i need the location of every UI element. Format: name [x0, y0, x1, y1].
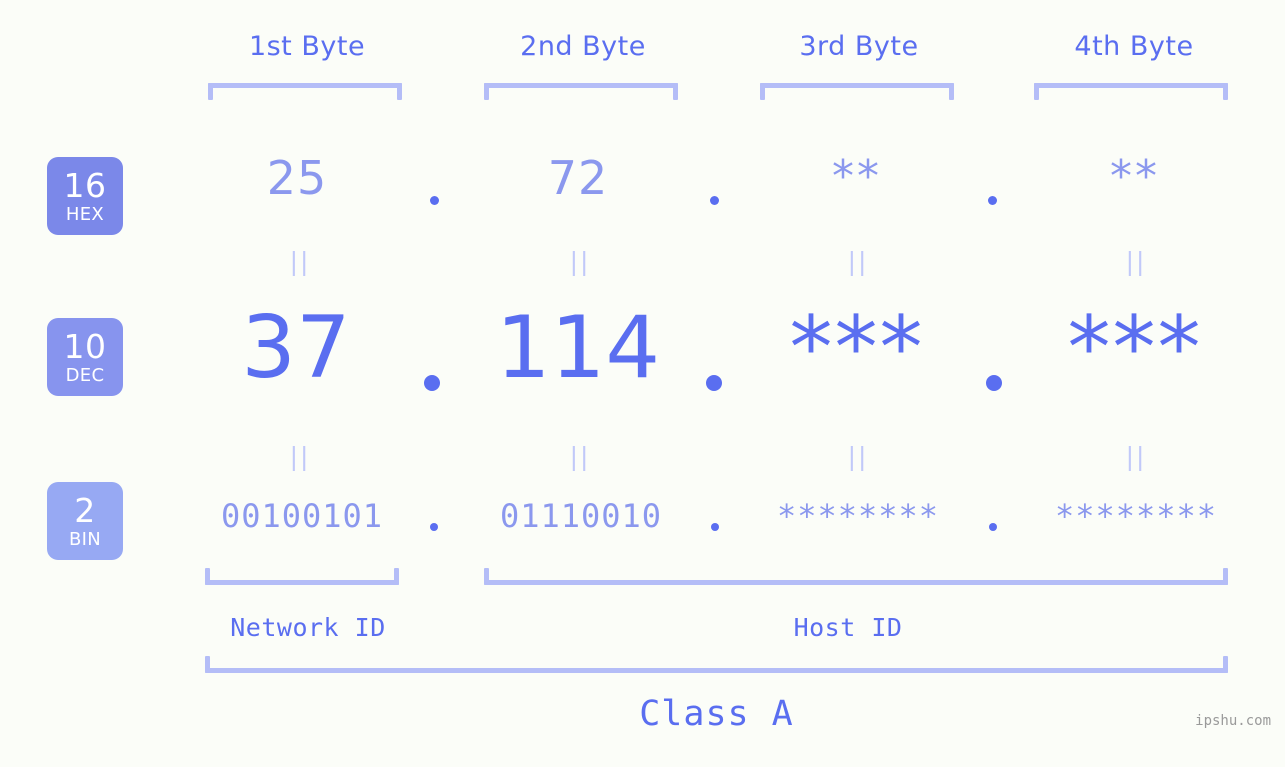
dec-byte-1: 37	[241, 298, 351, 398]
bin-dot-3	[989, 523, 997, 531]
base-badge-bin-label: BIN	[68, 528, 102, 550]
watermark: ipshu.com	[1195, 713, 1271, 729]
base-badge-hex-number: 16	[63, 165, 107, 205]
bin-byte-1: 00100101	[220, 497, 384, 535]
equals-dec-bin-2: ||	[569, 442, 591, 471]
dec-byte-4: ***	[1067, 298, 1203, 398]
bin-dot-1	[430, 523, 438, 531]
byte-header-2: 2nd Byte	[520, 31, 646, 62]
base-badge-hex: 16 HEX	[47, 157, 123, 235]
base-badge-hex-label: HEX	[65, 203, 105, 225]
byte-bracket-4	[1034, 83, 1228, 100]
host-id-bracket	[484, 568, 1228, 585]
byte-bracket-1	[208, 83, 402, 100]
equals-dec-bin-3: ||	[847, 442, 869, 471]
hex-dot-1	[430, 196, 439, 205]
byte-bracket-2	[484, 83, 678, 100]
byte-header-3: 3rd Byte	[799, 31, 919, 62]
bin-byte-3: ********	[776, 497, 940, 535]
ip-byte-diagram: 1st Byte 2nd Byte 3rd Byte 4th Byte 16 H…	[0, 0, 1285, 767]
dec-byte-2: 114	[495, 298, 661, 398]
host-id-label: Host ID	[793, 613, 903, 642]
hex-byte-2: 72	[547, 151, 609, 205]
hex-dot-2	[710, 196, 719, 205]
equals-dec-bin-4: ||	[1125, 442, 1147, 471]
bin-byte-2: 01110010	[499, 497, 663, 535]
hex-byte-3: **	[832, 151, 882, 202]
byte-header-1: 1st Byte	[248, 31, 366, 62]
dec-dot-1	[424, 375, 440, 391]
equals-hex-dec-1: ||	[289, 247, 311, 276]
equals-dec-bin-1: ||	[289, 442, 311, 471]
byte-header-4: 4th Byte	[1074, 31, 1194, 62]
equals-hex-dec-4: ||	[1125, 247, 1147, 276]
network-id-bracket	[205, 568, 399, 585]
dec-dot-2	[706, 375, 722, 391]
bin-byte-4: ********	[1054, 497, 1218, 535]
class-bracket	[205, 656, 1228, 673]
network-id-label: Network ID	[230, 613, 386, 642]
base-badge-dec-label: DEC	[65, 364, 105, 386]
byte-bracket-3	[760, 83, 954, 100]
equals-hex-dec-2: ||	[569, 247, 591, 276]
dec-byte-3: ***	[789, 298, 925, 398]
hex-byte-4: **	[1110, 151, 1160, 202]
hex-byte-1: 25	[266, 151, 328, 205]
dec-dot-3	[986, 375, 1002, 391]
base-badge-dec: 10 DEC	[47, 318, 123, 396]
equals-hex-dec-3: ||	[847, 247, 869, 276]
hex-dot-3	[988, 196, 997, 205]
base-badge-bin-number: 2	[74, 490, 96, 530]
bin-dot-2	[711, 523, 719, 531]
class-label: Class A	[639, 694, 794, 734]
base-badge-bin: 2 BIN	[47, 482, 123, 560]
base-badge-dec-number: 10	[63, 326, 107, 366]
